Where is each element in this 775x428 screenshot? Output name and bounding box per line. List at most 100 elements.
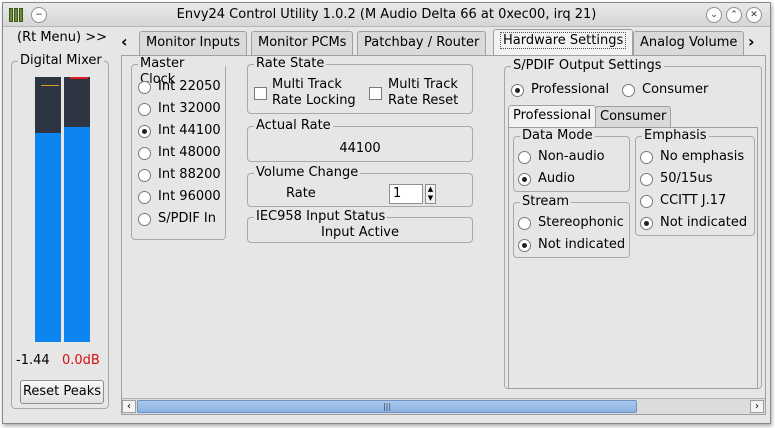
subtab-label: Professional [513,108,592,123]
horizontal-scrollbar[interactable]: ‹ ||| › [122,398,765,414]
stream-label: Stream [520,194,572,210]
radio [138,81,151,94]
radio-selected [518,173,531,186]
digital-mixer-group: Digital Mixer -1.44 0.0dB Reset Peaks [11,53,109,409]
radio [138,191,151,204]
radio-label: Int 96000 [158,189,221,204]
tab-monitor-inputs[interactable]: Monitor Inputs [139,31,247,55]
iec958-group: IEC958 Input Status Input Active [247,209,473,243]
radio-label: Non-audio [538,149,605,164]
meter-right-headroom [64,77,90,132]
rate-reset-label: Multi Track Rate Reset [388,77,458,109]
radio [640,173,653,186]
meter-left-peak [41,85,59,86]
professional-pane: Data Mode Non-audio Audio Stream Stereop… [508,127,758,389]
window-title: Envy24 Control Utility 1.0.2 (M Audio De… [176,7,597,22]
radio-label: No emphasis [660,149,745,164]
scrollbar-thumb[interactable]: ||| [137,400,637,413]
data-mode-label: Data Mode [520,128,595,144]
radio-label: Int 32000 [158,101,221,116]
radio-label: Stereophonic [538,215,624,230]
iec958-value: Input Active [320,225,399,240]
radio [640,151,653,164]
emphasis-label: Emphasis [642,128,709,144]
volume-change-group: Volume Change Rate 1 ▲ ▼ [247,165,473,207]
rate-state-label: Rate State [254,56,327,72]
spdif-output-label: S/PDIF Output Settings [511,58,664,74]
stream-group: Stream Stereophonic Not indicated [513,194,630,258]
emphasis-group: Emphasis No emphasis 50/15us CCITT J.17 … [635,128,755,236]
tab-label: Monitor Inputs [146,35,240,50]
tab-bar: ‹ Monitor Inputs Monitor PCMs Patchbay /… [121,29,766,55]
tab-hardware-settings[interactable]: Hardware Settings [493,29,634,55]
radio-label: Not indicated [538,237,626,252]
radio-label: Int 22050 [158,79,221,94]
rate-state-group: Rate State Multi Track Rate Locking Mult… [247,56,473,114]
subtab-professional[interactable]: Professional [508,105,597,127]
radio-selected [511,84,524,97]
minimize-icon[interactable]: ⌄ [706,7,722,23]
radio-label: S/PDIF In [158,211,216,226]
subtab-label: Consumer [600,109,667,124]
tab-scroll-left-icon[interactable]: ‹ [121,32,128,51]
meter-right [64,77,90,342]
rate-locking-line1: Multi Track [272,77,342,92]
actual-rate-group: Actual Rate 44100 [247,118,473,162]
volume-change-label: Volume Change [254,165,361,181]
radio [640,195,653,208]
iec958-label: IEC958 Input Status [254,209,388,225]
left-panel: (Rt Menu) >> Digital Mixer -1.44 0.0dB R… [9,29,119,417]
tab-monitor-pcms[interactable]: Monitor PCMs [251,31,354,55]
radio-label: 50/15us [660,171,713,186]
rate-spinbox-arrows[interactable]: ▲ ▼ [425,184,436,204]
radio-selected [518,239,531,252]
meter-right-value: 0.0dB [62,353,100,368]
app-window: − Envy24 Control Utility 1.0.2 (M Audio … [2,2,771,424]
close-icon[interactable]: ✕ [746,7,762,23]
scroll-left-icon[interactable]: ‹ [122,400,136,413]
maximize-icon[interactable]: ⌃ [726,7,742,23]
radio [622,84,635,97]
scroll-right-icon[interactable]: › [750,400,764,413]
data-mode-group: Data Mode Non-audio Audio [513,128,630,192]
meter-left-level [35,132,61,342]
radio-label: Int 88200 [158,167,221,182]
radio [138,213,151,226]
tab-label: Analog Volume [640,35,738,50]
rate-reset-line1: Multi Track [388,77,458,92]
rate-locking-checkbox[interactable] [254,87,267,100]
radio-label: Int 48000 [158,145,221,160]
spdif-output-group: S/PDIF Output Settings Professional Cons… [504,58,762,389]
rate-label: Rate [286,186,316,201]
tab-patchbay-router[interactable]: Patchbay / Router [357,31,487,55]
hardware-settings-panel: Master Clock Int 22050 Int 32000 Int 441… [121,55,766,415]
tab-analog-volume[interactable]: Analog Volume [633,31,745,55]
radio [518,217,531,230]
tab-label: Patchbay / Router [364,35,480,50]
radio [138,103,151,116]
radio-selected [138,125,151,138]
radio-label: Professional [531,82,610,97]
title-bar[interactable]: − Envy24 Control Utility 1.0.2 (M Audio … [3,3,770,27]
rate-reset-checkbox[interactable] [369,87,382,100]
tab-label: Hardware Settings [500,32,627,49]
rate-reset-line2: Rate Reset [388,93,459,108]
radio [518,151,531,164]
radio-label: Int 44100 [158,123,221,138]
tab-scroll-right-icon[interactable]: › [748,32,755,51]
rate-locking-label: Multi Track Rate Locking [272,77,356,109]
rate-locking-line2: Rate Locking [272,93,356,108]
actual-rate-label: Actual Rate [254,118,333,134]
meter-right-level [64,127,90,342]
radio [138,169,151,182]
digital-mixer-label: Digital Mixer [18,53,104,69]
subtab-consumer[interactable]: Consumer [595,106,672,128]
radio-label: CCITT J.17 [660,193,727,208]
rate-spinbox[interactable]: 1 [389,184,423,204]
meter-left-value: -1.44 [16,353,50,368]
radio-selected [640,217,653,230]
radio-label: Consumer [642,82,709,97]
reset-peaks-button[interactable]: Reset Peaks [20,380,104,404]
rate-spinbox-value: 1 [393,186,402,201]
rt-menu-button[interactable]: (Rt Menu) >> [17,30,107,45]
